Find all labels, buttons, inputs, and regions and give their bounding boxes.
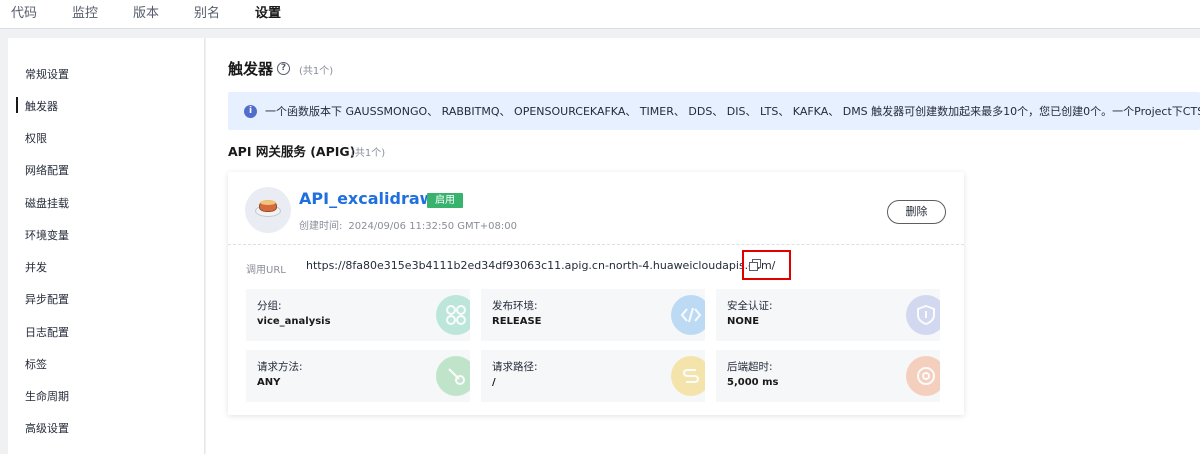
shield-icon [906, 295, 940, 335]
sidebar-item-permissions[interactable]: 权限 [25, 130, 47, 146]
field-label: 分组: [257, 300, 282, 312]
created-value: 2024/09/06 11:32:50 GMT+08:00 [348, 221, 517, 232]
tab-code[interactable]: 代码 [11, 2, 37, 21]
divider [228, 244, 964, 245]
field-value: NONE [727, 316, 760, 327]
field-timeout: 后端超时: 5,000 ms [716, 350, 940, 402]
info-icon: i [244, 105, 257, 118]
field-value: RELEASE [492, 316, 542, 327]
sidebar-item-env-vars[interactable]: 环境变量 [25, 227, 69, 243]
sidebar-item-async[interactable]: 异步配置 [25, 291, 69, 307]
field-label: 后端超时: [727, 361, 773, 373]
section-title: API 网关服务 (APIG) [228, 144, 356, 159]
status-badge: 启用 [427, 193, 463, 208]
section-count: (共1个) [351, 148, 386, 159]
sidebar-item-disk-mount[interactable]: 磁盘挂载 [25, 195, 69, 211]
trigger-count: (共1个) [299, 66, 334, 77]
method-icon [436, 356, 470, 396]
settings-sidebar: 常规设置 触发器 权限 网络配置 磁盘挂载 环境变量 并发 异步配置 日志配置 … [8, 38, 205, 454]
sidebar-item-triggers[interactable]: 触发器 [16, 97, 58, 114]
invoke-url: https://8fa80e315e3b4111b2ed34df93063c11… [306, 259, 776, 272]
sidebar-item-network[interactable]: 网络配置 [25, 162, 69, 178]
top-nav: 代码 监控 版本 别名 设置 [0, 0, 1200, 29]
field-method: 请求方法: ANY [246, 350, 470, 402]
copy-highlight-box [742, 250, 791, 280]
path-icon [671, 356, 705, 396]
tab-settings[interactable]: 设置 [255, 2, 281, 21]
tab-versions[interactable]: 版本 [133, 2, 159, 21]
help-icon[interactable]: ? [277, 62, 290, 75]
sidebar-item-concurrency[interactable]: 并发 [25, 259, 47, 275]
tab-monitor[interactable]: 监控 [72, 2, 98, 21]
tab-aliases[interactable]: 别名 [194, 2, 220, 21]
field-value: ANY [257, 377, 281, 388]
sidebar-item-advanced[interactable]: 高级设置 [25, 420, 69, 436]
field-path: 请求路径: / [481, 350, 705, 402]
field-value: / [492, 377, 496, 388]
trigger-card: API_excalidraw 启用 创建时间: 2024/09/06 11:32:… [228, 172, 964, 415]
field-value: 5,000 ms [727, 377, 779, 388]
field-environment: 发布环境: RELEASE [481, 289, 705, 341]
field-label: 安全认证: [727, 300, 773, 312]
info-banner: i 一个函数版本下 GAUSSMONGO、 RABBITMQ、 OPENSOUR… [228, 92, 1200, 130]
url-label: 调用URL [246, 265, 286, 276]
delete-button[interactable]: 删除 [887, 200, 946, 224]
main-panel: 触发器 ? (共1个) i 一个函数版本下 GAUSSMONGO、 RABBIT… [206, 38, 1200, 454]
info-text: 一个函数版本下 GAUSSMONGO、 RABBITMQ、 OPENSOURCE… [265, 105, 1200, 118]
trigger-name-link[interactable]: API_excalidraw [299, 189, 434, 208]
field-label: 请求路径: [492, 361, 538, 373]
field-label: 请求方法: [257, 361, 303, 373]
field-group: 分组: vice_analysis [246, 289, 470, 341]
sidebar-item-lifecycle[interactable]: 生命周期 [25, 388, 69, 404]
sidebar-item-general[interactable]: 常规设置 [25, 66, 69, 82]
sidebar-item-logs[interactable]: 日志配置 [25, 324, 69, 340]
page-title: 触发器 [228, 60, 274, 78]
created-label: 创建时间: [299, 221, 343, 232]
sidebar-item-tags[interactable]: 标签 [25, 356, 47, 372]
trigger-avatar-icon [245, 187, 291, 233]
field-label: 发布环境: [492, 300, 538, 312]
field-value: vice_analysis [257, 316, 331, 327]
timeout-icon [906, 356, 940, 396]
code-icon [671, 295, 705, 335]
created-time: 创建时间: 2024/09/06 11:32:50 GMT+08:00 [299, 217, 517, 232]
group-icon [436, 295, 470, 335]
field-auth: 安全认证: NONE [716, 289, 940, 341]
